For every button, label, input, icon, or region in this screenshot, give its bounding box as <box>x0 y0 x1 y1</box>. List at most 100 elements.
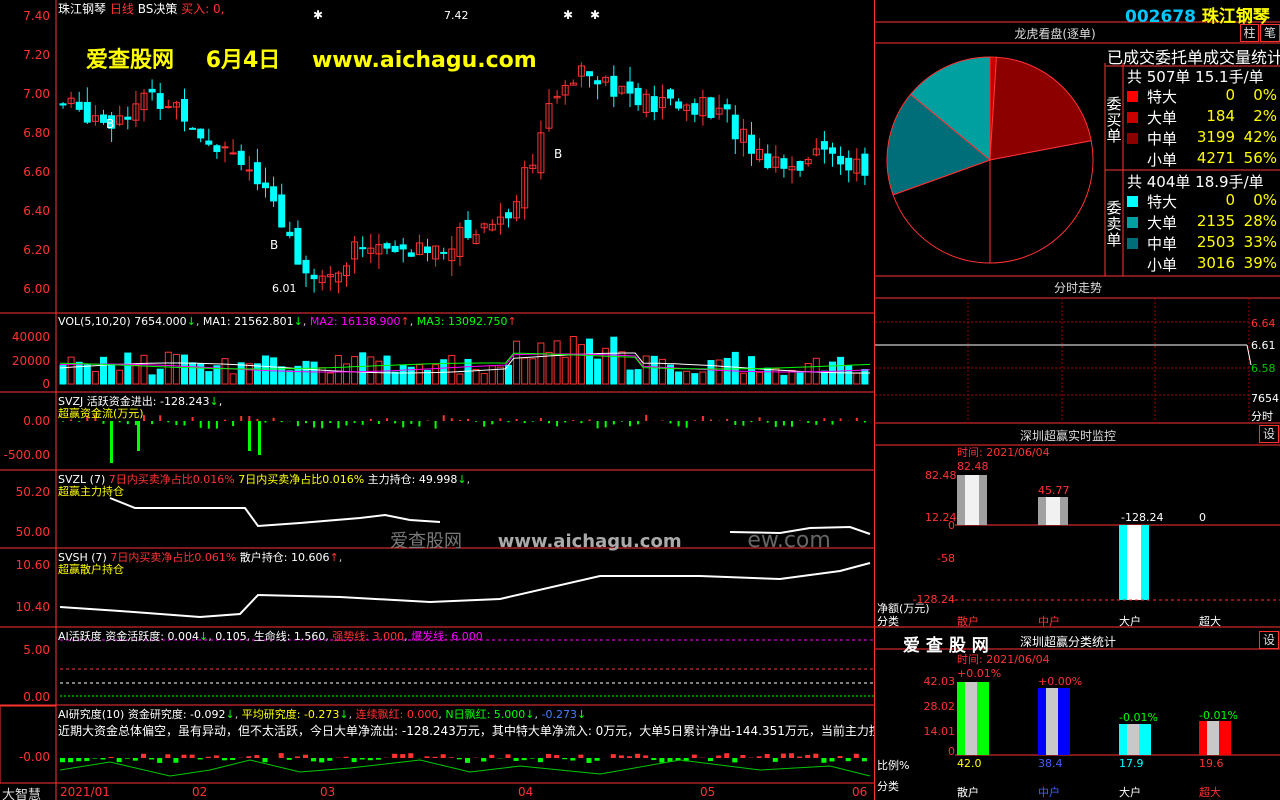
svzj-bar <box>215 421 218 429</box>
ai2-bar <box>294 756 300 758</box>
class-settings-button[interactable]: 设 <box>1259 631 1279 649</box>
candle-down <box>75 101 83 110</box>
candle-down <box>650 96 658 113</box>
legend-label: 小单 <box>1147 256 1178 274</box>
main-chart-area[interactable]: ✱ ✱ ✱ 珠江钢琴 日线 BS决策 买入: 0, 爱查股网 6月4日 www.ai… <box>0 0 874 800</box>
volume-bar <box>100 356 107 385</box>
svzj-bar <box>596 421 599 429</box>
ai2-bar <box>732 758 738 763</box>
volume-bar <box>391 371 399 385</box>
svzj-bar <box>677 421 680 427</box>
candle-down <box>837 155 845 165</box>
volume-bar <box>731 351 739 385</box>
ai2-e: -0.273 <box>541 708 577 721</box>
ai2-bar <box>84 758 90 762</box>
volume-bar <box>229 373 237 385</box>
mon-value: 82.48 <box>957 460 989 473</box>
volume-bar <box>594 358 602 385</box>
fs-tick: 6.64 <box>1251 317 1276 330</box>
ai2-bar <box>424 756 430 758</box>
candle-down <box>464 219 472 239</box>
candle-down <box>148 88 156 93</box>
svzl-line <box>109 497 441 528</box>
volume-bar <box>610 336 618 385</box>
volume-bar <box>853 372 861 385</box>
candle-down <box>723 104 731 110</box>
date-tick: 2021/01 <box>60 785 110 799</box>
svzj-bar <box>329 421 332 424</box>
candle-down <box>310 274 318 280</box>
vol-header: VOL(5,10,20) 7654.000↓, MA1: 21562.801↓,… <box>58 315 517 328</box>
legend-swatch <box>1127 238 1138 249</box>
svzj-bar <box>159 415 162 421</box>
ai2-bar <box>813 753 819 758</box>
candle-down <box>391 245 399 253</box>
buy-label: 买入: 0, <box>181 2 225 16</box>
ai2-bar <box>157 758 163 763</box>
svzj-bar <box>612 421 615 425</box>
legend-count: 2135 <box>1196 212 1235 230</box>
ai1-c: 生命线: 1.560 <box>253 630 326 643</box>
legend-count: 4271 <box>1196 149 1235 167</box>
ai1-b: 0.105 <box>215 630 247 643</box>
svzj-bar <box>272 417 275 421</box>
ai2-bar <box>821 758 827 763</box>
svzj-bar <box>134 421 137 426</box>
monitor-settings-button[interactable]: 设 <box>1259 425 1279 443</box>
volume-bar <box>415 364 423 385</box>
ai2-bar <box>100 758 106 760</box>
cls-tick: 14.01 <box>923 725 956 738</box>
cls-time: 时间: 2021/06/04 <box>957 653 1050 666</box>
candle-down <box>675 101 683 109</box>
candle-down <box>181 98 188 122</box>
svzj-bar <box>531 421 534 422</box>
ai2-bar <box>578 754 584 758</box>
cls-value: 38.4 <box>1038 757 1063 770</box>
ai2-bar <box>149 758 155 760</box>
ai2-bar <box>659 758 665 763</box>
volume-bar <box>286 370 294 385</box>
ai2-bar <box>400 754 406 758</box>
volume-bar <box>140 354 148 385</box>
corner-box <box>0 705 57 784</box>
svzj-bar <box>337 421 340 429</box>
svzj-bar <box>815 421 818 425</box>
ai2-bar <box>627 756 632 758</box>
ai2-bar <box>367 758 373 761</box>
cls-tick: 28.02 <box>923 700 956 713</box>
tick-mode-button[interactable]: 笔 <box>1260 24 1280 42</box>
candle-down <box>302 259 310 274</box>
legend-row: 大单 184 2% <box>1127 107 1277 127</box>
legend-row: 小单 4271 56% <box>1127 149 1277 169</box>
ai2-bar <box>651 758 657 761</box>
ai2-bar <box>311 758 317 762</box>
svzj-bar <box>548 421 550 424</box>
mon-cat-label: 大户 <box>1119 615 1141 628</box>
svzj-bar <box>693 420 696 421</box>
cls-title: 深圳超赢分类统计 <box>1020 635 1117 649</box>
mid-watermark: 爱查股网 www.aichagu.com ew.com <box>390 527 831 553</box>
volume-bar <box>739 372 747 385</box>
volume-bar <box>569 336 577 385</box>
svzj-bar <box>167 421 170 423</box>
date-tick: 02 <box>192 785 208 799</box>
legend-label: 中单 <box>1147 130 1178 148</box>
candle-down <box>213 145 221 152</box>
volume-bar <box>545 351 553 385</box>
svzj-bar <box>539 417 542 421</box>
svzj-bar <box>458 419 461 421</box>
svzj-bar <box>240 416 243 421</box>
svsh-line <box>59 562 871 619</box>
svzj-bar <box>264 421 267 423</box>
svzj-bar <box>750 421 753 423</box>
svzj-bar <box>426 420 429 421</box>
svzj-bar <box>377 421 380 425</box>
bar-mode-button[interactable]: 柱 <box>1240 24 1259 42</box>
svzj-bar <box>224 419 226 421</box>
mon-tick: -58 <box>937 552 955 565</box>
cls-tick: 0 <box>948 745 955 758</box>
cls-pct: -0.01% <box>1199 709 1238 722</box>
vol-value: 7654.000 <box>134 315 187 328</box>
svzj-bar <box>450 418 453 421</box>
volume-bar <box>205 371 213 385</box>
